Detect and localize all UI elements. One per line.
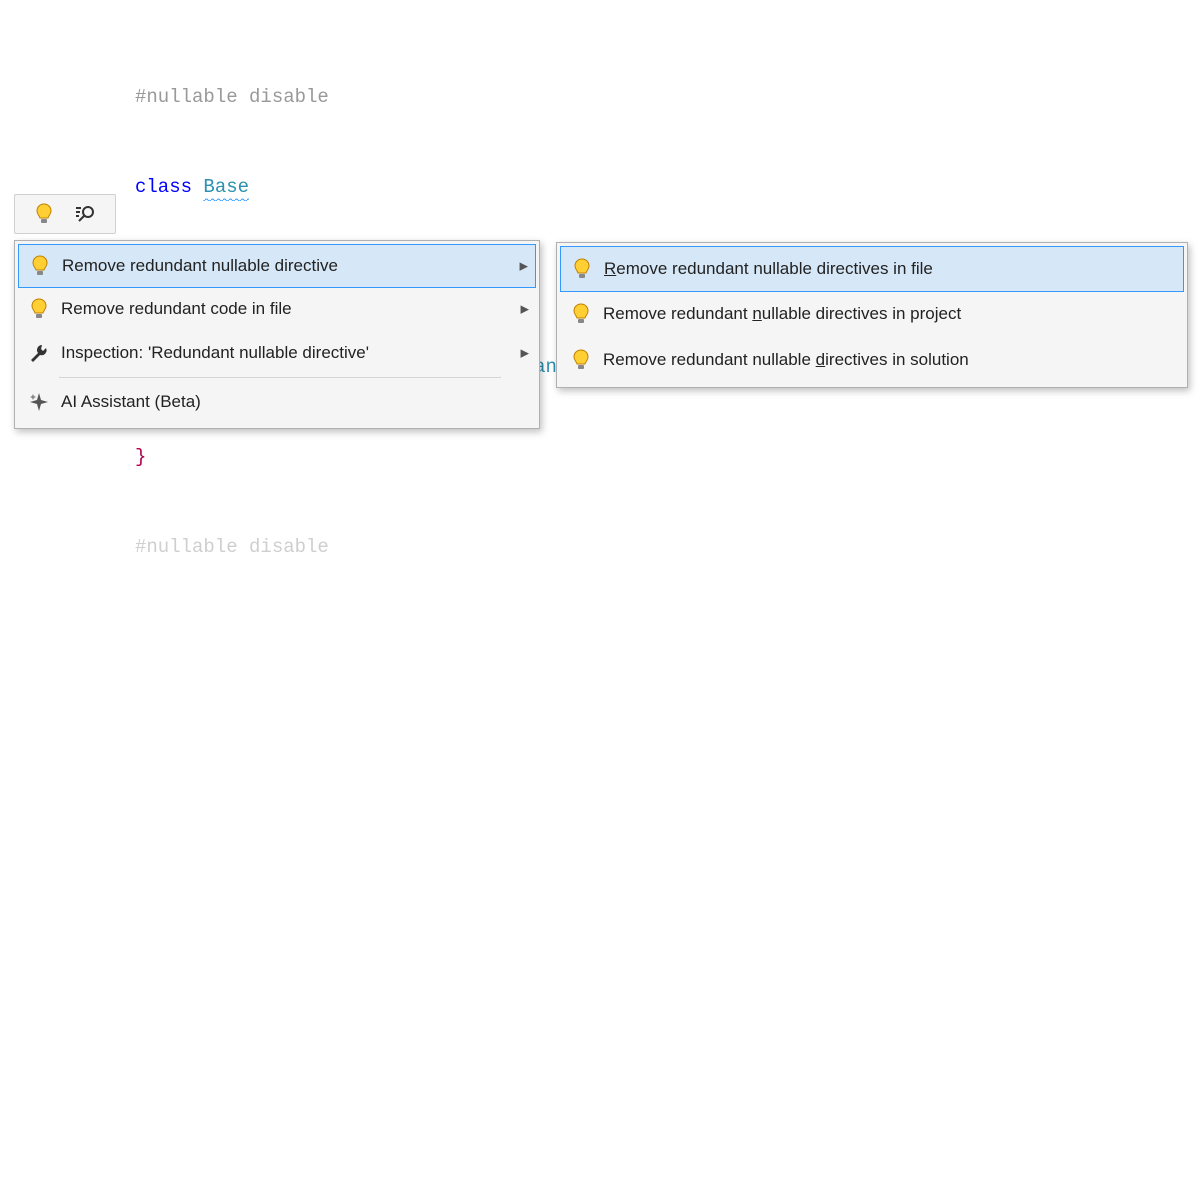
menu-item-label: Remove redundant nullable directive <box>54 256 512 276</box>
submenu-item[interactable]: Remove redundant nullable directives in … <box>557 291 1187 337</box>
bulb-yellow-icon <box>568 258 596 280</box>
quickfix-gutter[interactable] <box>14 194 116 234</box>
wrench-icon <box>25 343 53 363</box>
menu-item-label: Inspection: 'Redundant nullable directiv… <box>53 343 513 363</box>
directive-faded: #nullable disable <box>135 536 329 558</box>
submenu-item-label: Remove redundant nullable directives in … <box>596 259 1176 279</box>
submenu-item[interactable]: Remove redundant nullable directives in … <box>560 246 1184 292</box>
search-icon[interactable] <box>72 204 100 224</box>
menu-item-label: Remove redundant code in file <box>53 299 513 319</box>
chevron-right-icon: ▸ <box>513 299 529 319</box>
bulb-yellow-icon <box>567 303 595 325</box>
menu-item[interactable]: Remove redundant nullable directive▸ <box>18 244 536 288</box>
brace: } <box>135 446 146 468</box>
bulb-yellow-icon <box>26 255 54 277</box>
bulb-yellow-icon <box>567 349 595 371</box>
bulb-yellow-icon <box>25 298 53 320</box>
menu-separator <box>59 377 501 378</box>
code-editor[interactable]: #nullable disable class Base { public vi… <box>135 22 933 1200</box>
menu-item[interactable]: Remove redundant code in file▸ <box>15 287 539 331</box>
quickfix-menu[interactable]: Remove redundant nullable directive▸Remo… <box>14 240 540 429</box>
class-name: Base <box>203 176 249 201</box>
submenu-item[interactable]: Remove redundant nullable directives in … <box>557 337 1187 383</box>
chevron-right-icon: ▸ <box>513 343 529 363</box>
lightbulb-icon[interactable] <box>30 203 58 225</box>
menu-item-label: AI Assistant (Beta) <box>53 392 529 412</box>
chevron-right-icon: ▸ <box>512 256 528 276</box>
menu-item[interactable]: Inspection: 'Redundant nullable directiv… <box>15 331 539 375</box>
directive: #nullable disable <box>135 86 329 108</box>
sparkle-icon <box>25 392 53 412</box>
submenu-item-label: Remove redundant nullable directives in … <box>595 304 1177 324</box>
kw-class: class <box>135 176 192 198</box>
menu-item[interactable]: AI Assistant (Beta) <box>15 380 539 424</box>
quickfix-submenu[interactable]: Remove redundant nullable directives in … <box>556 242 1188 388</box>
submenu-item-label: Remove redundant nullable directives in … <box>595 350 1177 370</box>
